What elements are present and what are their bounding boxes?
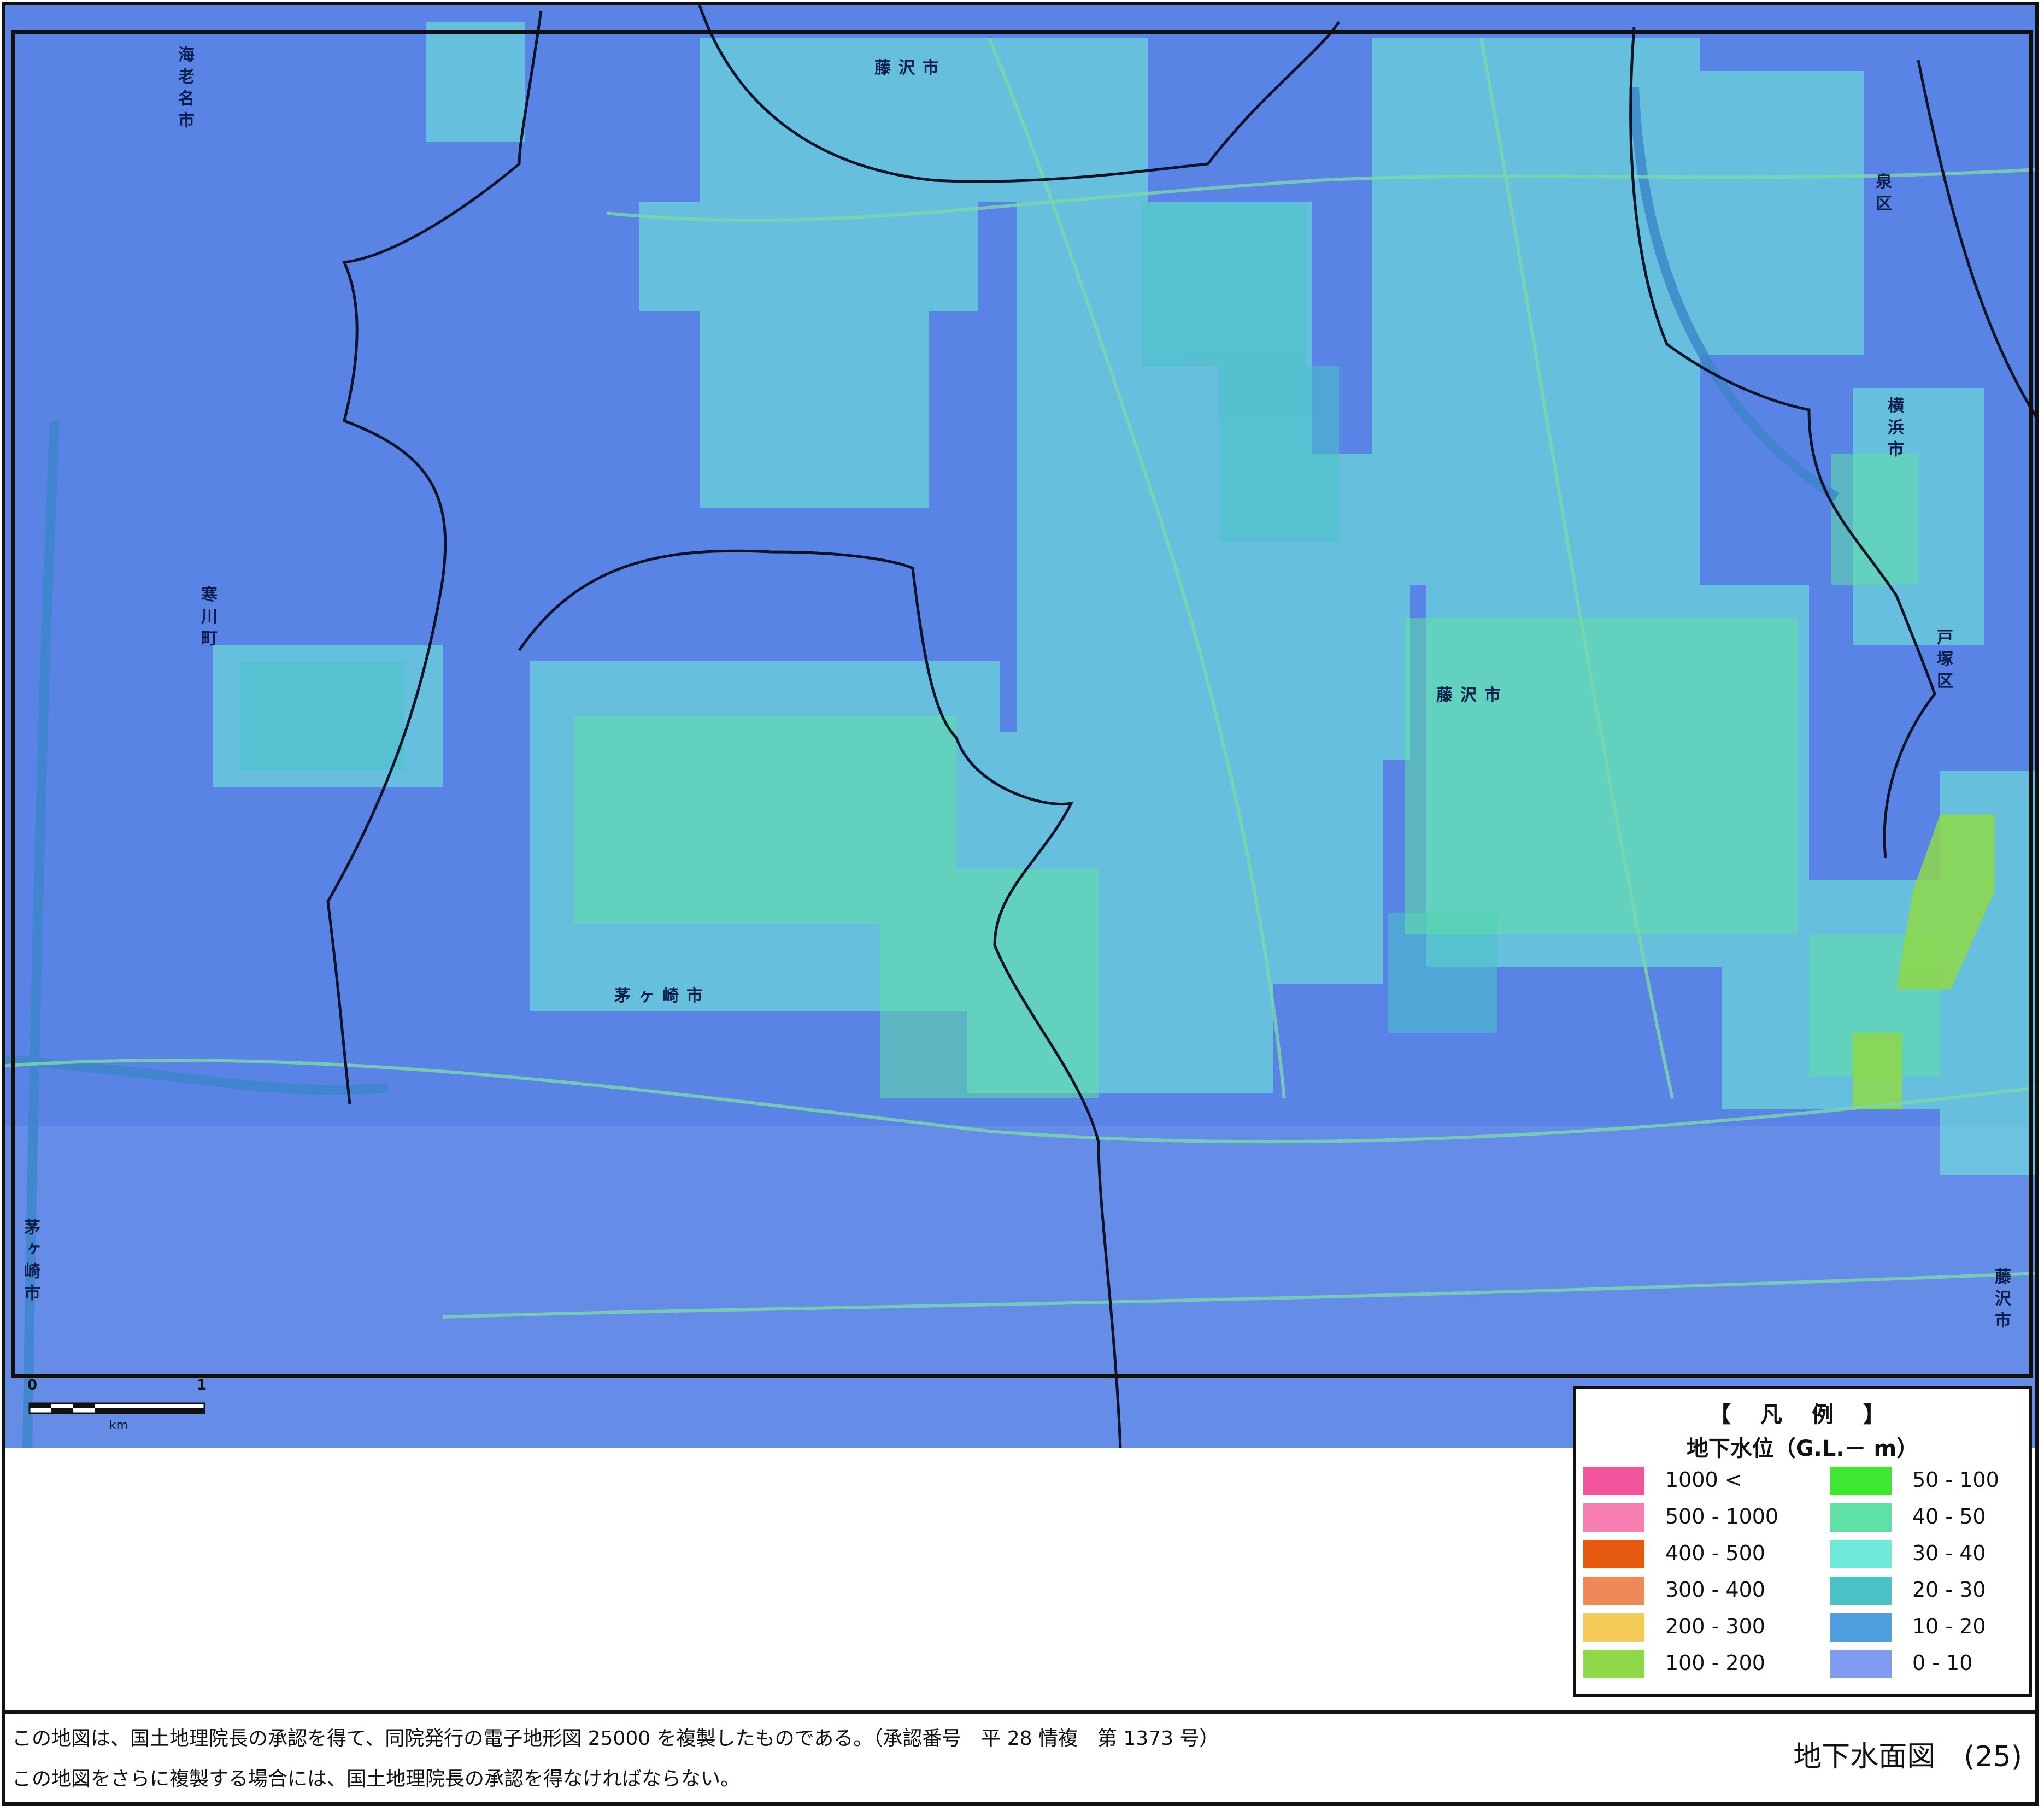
groundwater-map-sheet: 海老名市 藤沢市 泉区 横浜市 寒川町 藤沢市 戸塚区 茅ヶ崎市 茅ヶ崎市 藤沢… (0, 0, 2044, 1811)
outer-frame (2, 2, 2039, 1806)
